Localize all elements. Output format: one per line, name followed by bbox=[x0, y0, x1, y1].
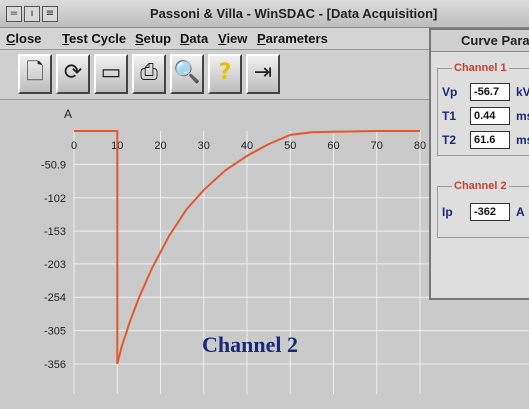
minimize-button[interactable]: ı bbox=[24, 6, 40, 22]
x-tick-label: 30 bbox=[198, 140, 210, 152]
channel-1-group: Channel 1 Vp -56.7 kV T1 0.44 ms T2 61.6… bbox=[437, 62, 529, 156]
x-tick-label: 40 bbox=[241, 140, 253, 152]
title-bar: = ı ≡ Passoni & Villa - WinSDAC - [Data … bbox=[0, 0, 529, 28]
system-menu-button[interactable]: = bbox=[6, 6, 22, 22]
param-label: T1 bbox=[442, 109, 457, 123]
panel-title: Curve Parameters bbox=[431, 30, 529, 52]
x-tick-label: 60 bbox=[327, 140, 339, 152]
y-tick-label: -254 bbox=[44, 292, 66, 304]
y-tick-label: -102 bbox=[44, 193, 66, 205]
menu-parameters[interactable]: Parameters bbox=[257, 31, 328, 46]
vp-value-field[interactable]: -56.7 bbox=[470, 83, 510, 101]
magnifier-icon[interactable]: 🔍 bbox=[170, 54, 204, 94]
param-unit: ms bbox=[516, 109, 529, 123]
y-axis-label: A bbox=[64, 107, 72, 121]
document-menu-button[interactable]: ≡ bbox=[42, 6, 58, 22]
x-tick-label: 20 bbox=[154, 140, 166, 152]
param-label: Ip bbox=[442, 205, 453, 219]
menu-view[interactable]: View bbox=[218, 31, 247, 46]
param-label: Vp bbox=[442, 85, 458, 99]
t1-value-field[interactable]: 0.44 bbox=[470, 107, 510, 125]
help-icon[interactable]: ? bbox=[208, 54, 242, 94]
menu-setup[interactable]: Setup bbox=[135, 31, 171, 46]
param-unit: kV bbox=[516, 85, 529, 99]
t2-value-field[interactable]: 61.6 bbox=[470, 131, 510, 149]
channel-1-title: Channel 1 bbox=[452, 62, 509, 74]
x-tick-label: 50 bbox=[284, 140, 296, 152]
y-tick-label: -203 bbox=[44, 259, 66, 271]
menu-data[interactable]: Data bbox=[180, 31, 208, 46]
param-label: T2 bbox=[442, 133, 457, 147]
param-unit: A bbox=[516, 205, 525, 219]
y-tick-label: -153 bbox=[44, 226, 66, 238]
curve-parameters-panel: Curve Parameters Channel 1 Vp -56.7 kV T… bbox=[429, 28, 529, 300]
window-title: Passoni & Villa - WinSDAC - [Data Acquis… bbox=[150, 6, 438, 21]
tape-icon[interactable]: ▭ bbox=[94, 54, 128, 94]
channel-2-group: Channel 2 Ip -362 A bbox=[437, 180, 529, 238]
y-tick-label: -356 bbox=[44, 359, 66, 371]
param-unit: ms bbox=[516, 133, 529, 147]
y-tick-label: -305 bbox=[44, 326, 66, 338]
y-tick-label: -50.9 bbox=[41, 159, 66, 171]
menu-close[interactable]: Close bbox=[6, 31, 41, 46]
channel-2-title: Channel 2 bbox=[452, 180, 509, 192]
ip-value-field[interactable]: -362 bbox=[470, 203, 510, 221]
printer-icon[interactable]: ⎙ bbox=[132, 54, 166, 94]
refresh-icon[interactable]: ⟳ bbox=[56, 54, 90, 94]
open-file-icon[interactable]: 🗋 bbox=[18, 54, 52, 94]
menu-test-cycle[interactable]: Test Cycle bbox=[62, 31, 126, 46]
x-tick-label: 70 bbox=[371, 140, 383, 152]
chart-title: Channel 2 bbox=[202, 332, 298, 357]
x-tick-label: 80 bbox=[414, 140, 426, 152]
x-tick-label: 0 bbox=[71, 140, 77, 152]
exit-icon[interactable]: ⇥ bbox=[246, 54, 280, 94]
